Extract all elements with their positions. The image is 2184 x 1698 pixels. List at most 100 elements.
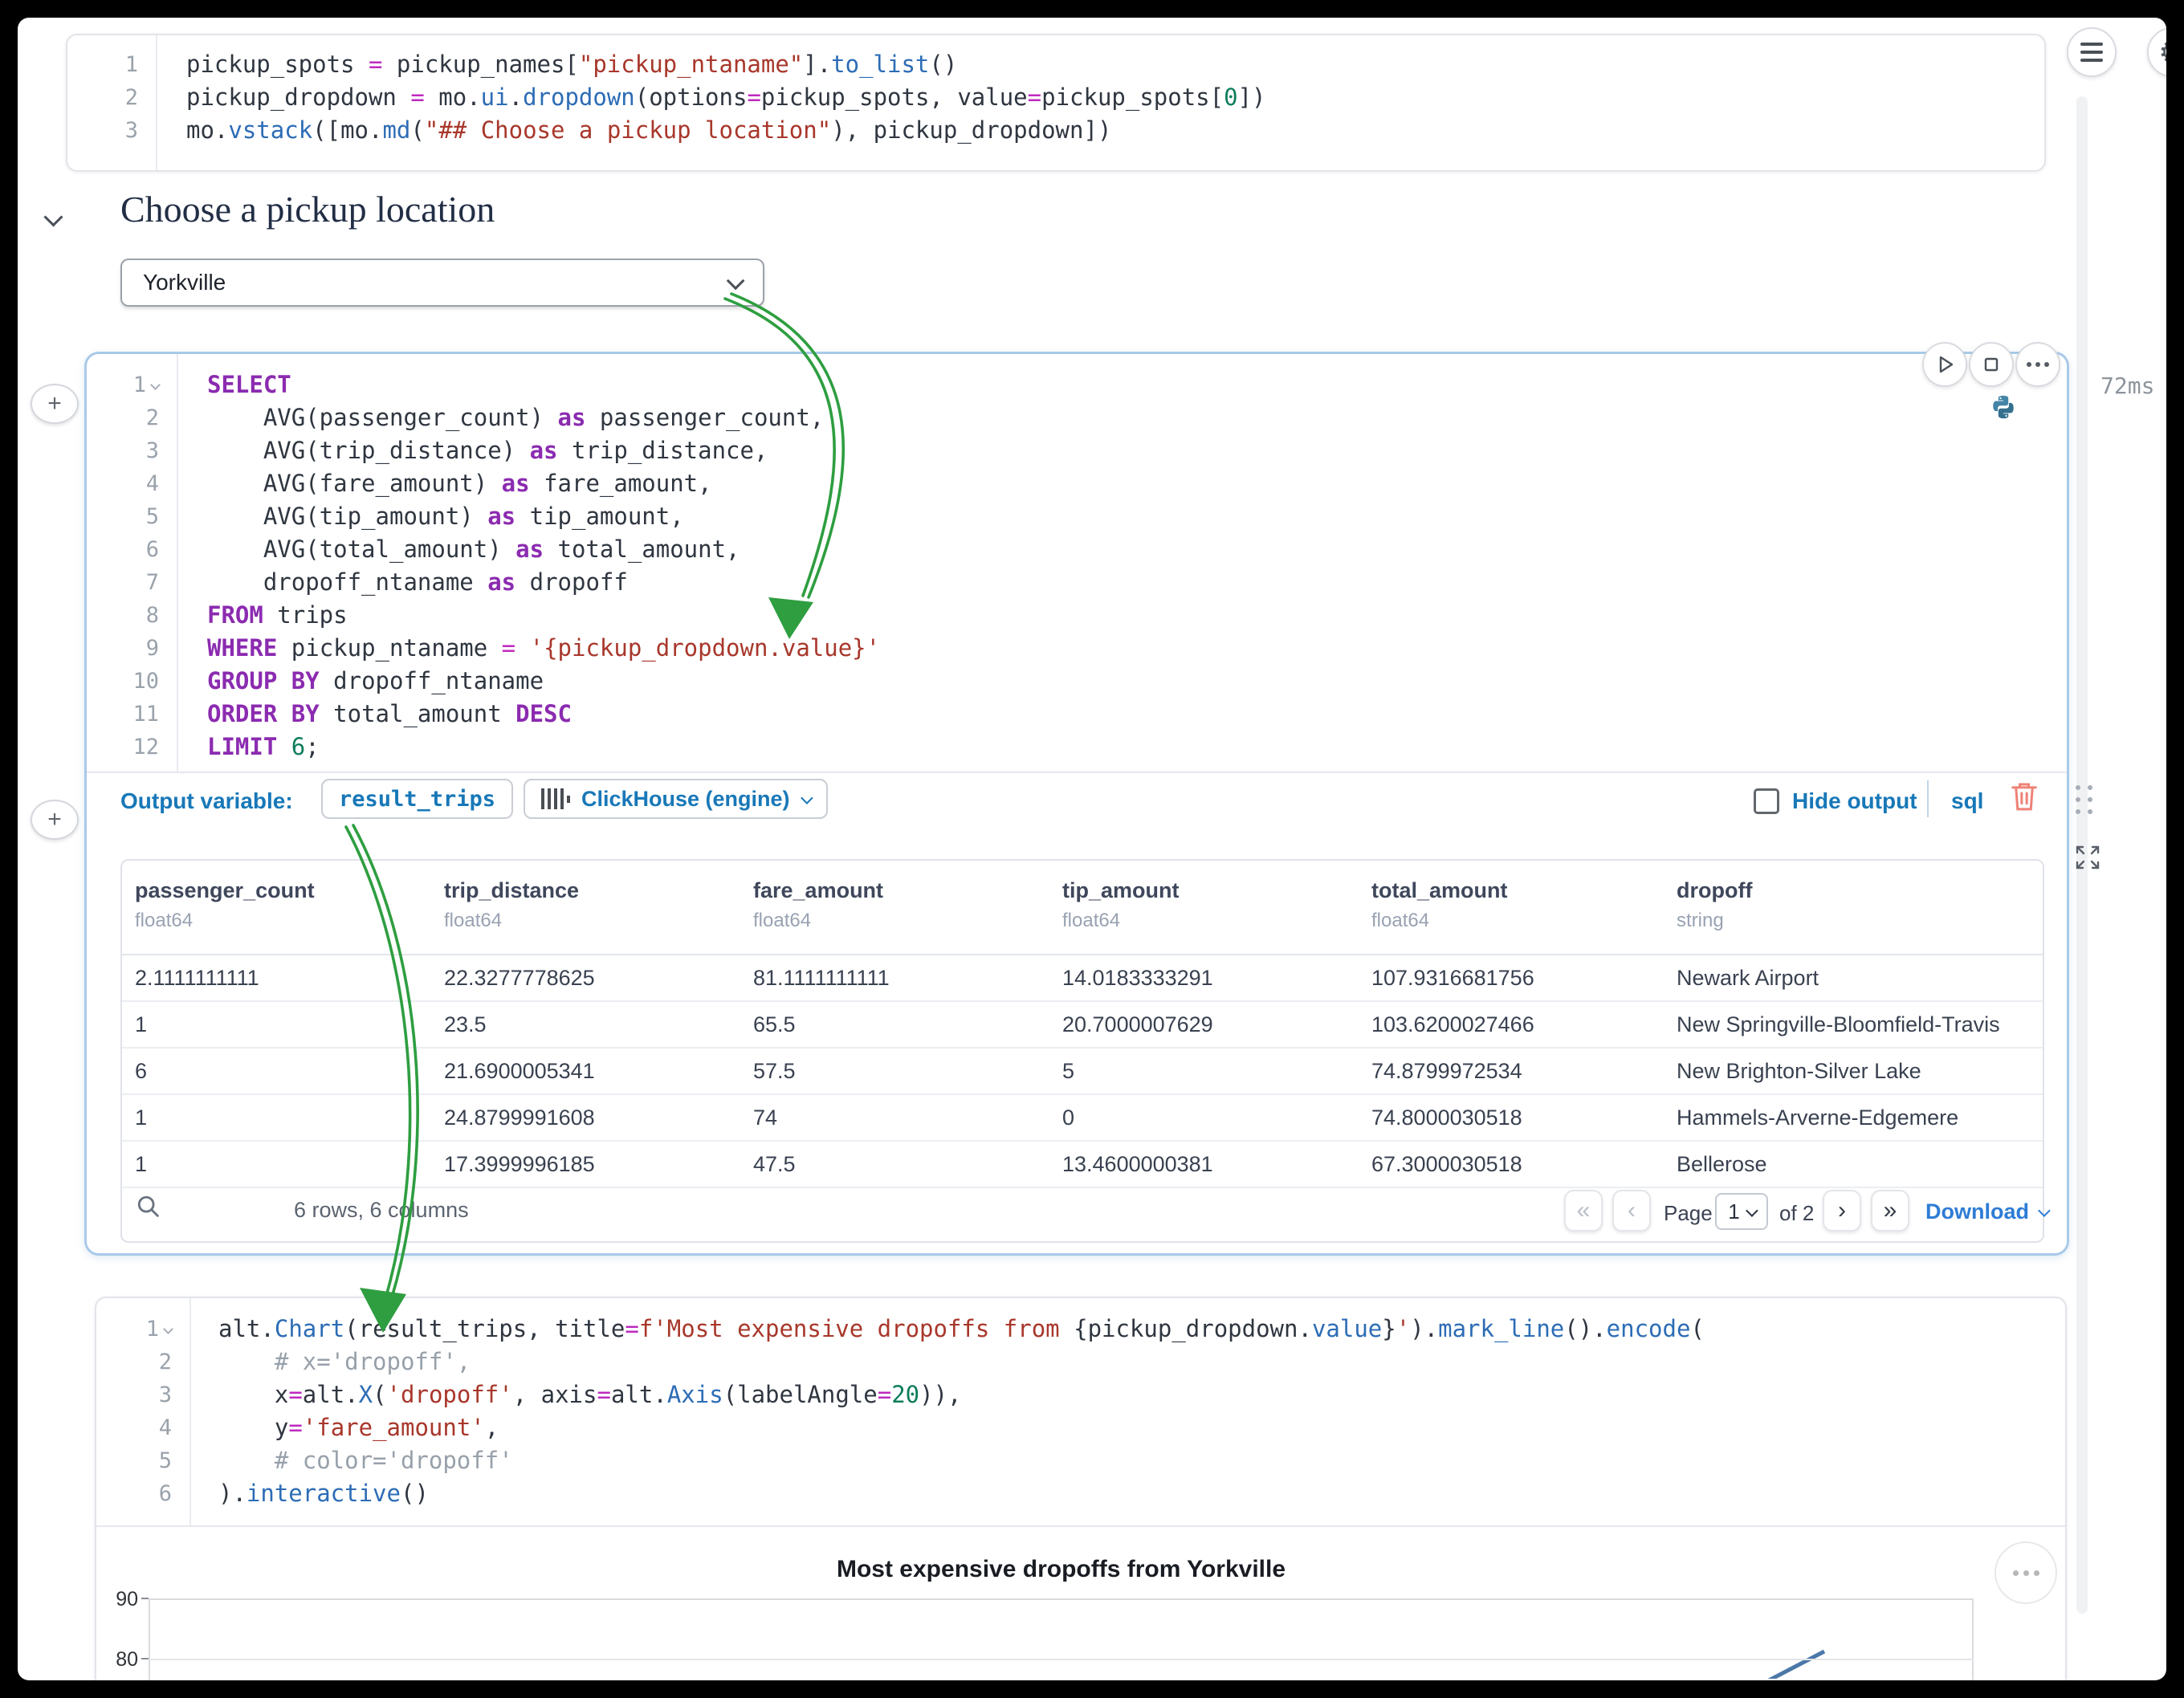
page-number-select[interactable]: 1 — [1715, 1193, 1768, 1230]
table-row[interactable]: 621.690000534157.5574.8799972534New Brig… — [122, 1049, 2043, 1095]
table-cell: 17.3999996185 — [444, 1152, 753, 1177]
cell-options-button[interactable] — [2015, 342, 2060, 387]
table-cell: 103.6200027466 — [1371, 1012, 1677, 1037]
clickhouse-engine-icon — [541, 788, 570, 809]
table-cell: 21.6900005341 — [444, 1059, 753, 1084]
table-cell: 74.8000030518 — [1371, 1106, 1677, 1130]
line-number-gutter: 123456 — [96, 1298, 191, 1525]
chart-code-editor[interactable]: alt.Chart(result_trips, title=f'Most exp… — [218, 1313, 2057, 1510]
stop-icon — [1979, 352, 2003, 377]
hamburger-icon — [2080, 43, 2103, 62]
prev-page-button[interactable]: ‹ — [1612, 1190, 1651, 1232]
gear-icon: ⚙ — [2158, 35, 2166, 71]
search-icon[interactable] — [135, 1193, 162, 1220]
table-row[interactable]: 124.879999160874074.8000030518Hammels-Ar… — [122, 1095, 2043, 1142]
chart-plot-area[interactable] — [149, 1598, 1974, 1680]
first-page-icon: « — [1577, 1197, 1591, 1224]
chart-options-button[interactable] — [1995, 1541, 2057, 1604]
settings-button[interactable]: ⚙ — [2147, 27, 2166, 77]
python-logo-icon — [1990, 393, 2017, 421]
table-cell: Bellerose — [1677, 1152, 2043, 1177]
download-label: Download — [1925, 1199, 2029, 1224]
table-cell: 81.1111111111 — [753, 966, 1062, 991]
row-count-summary: 6 rows, 6 columns — [294, 1198, 469, 1223]
sql-editor[interactable]: SELECT AVG(passenger_count) as passenger… — [207, 369, 2059, 763]
table-cell: 57.5 — [753, 1059, 1062, 1084]
chart-title: Most expensive dropoffs from Yorkville — [149, 1556, 1974, 1583]
fold-chevron-icon[interactable] — [163, 1324, 173, 1334]
page-label: Page — [1664, 1201, 1713, 1226]
engine-name: ClickHouse (engine) — [581, 787, 790, 812]
last-page-icon: » — [1884, 1197, 1897, 1224]
table-cell: Newark Airport — [1677, 966, 2043, 991]
table-cell: 74 — [753, 1106, 1062, 1130]
line-number-gutter: 123456789101112 — [87, 354, 178, 773]
table-cell: 74.8799972534 — [1371, 1059, 1677, 1084]
table-cell: 2.1111111111 — [135, 966, 444, 991]
toolbar-divider — [1927, 780, 1929, 817]
column-header-trip_distance[interactable]: trip_distancefloat64 — [444, 878, 753, 954]
drag-handle-icon[interactable] — [2076, 785, 2092, 814]
column-header-dropoff[interactable]: dropoffstring — [1677, 878, 2043, 954]
code-editor[interactable]: pickup_spots = pickup_names["pickup_ntan… — [186, 48, 2038, 147]
table-cell: New Springville-Bloomfield-Travis — [1677, 1012, 2043, 1037]
output-collapse-button[interactable] — [47, 210, 60, 228]
output-variable-label: Output variable: — [120, 788, 293, 814]
next-page-button[interactable]: › — [1823, 1190, 1861, 1232]
table-row[interactable]: 123.565.520.7000007629103.6200027466New … — [122, 1002, 2043, 1049]
table-row[interactable]: 2.111111111122.327777862581.111111111114… — [122, 955, 2043, 1002]
last-page-button[interactable]: » — [1871, 1190, 1909, 1232]
table-cell: 14.0183333291 — [1062, 966, 1371, 991]
table-cell: 23.5 — [444, 1012, 753, 1037]
y-axis-tick-label: 90 — [90, 1588, 138, 1611]
table-cell: 24.8799991608 — [444, 1106, 753, 1130]
cell-divider — [96, 1525, 2065, 1527]
output-variable-chip[interactable]: result_trips — [321, 779, 513, 819]
hide-output-label[interactable]: Hide output — [1792, 788, 1917, 814]
y-axis-tick-label: 80 — [90, 1648, 138, 1672]
language-badge[interactable]: sql — [1951, 788, 1983, 814]
column-header-passenger_count[interactable]: passenger_countfloat64 — [135, 878, 444, 954]
prev-page-icon: ‹ — [1628, 1197, 1636, 1224]
table-cell: New Brighton-Silver Lake — [1677, 1059, 2043, 1084]
stop-cell-button[interactable] — [1969, 342, 2014, 387]
chevron-down-icon — [43, 207, 63, 226]
add-cell-button-bottom[interactable]: + — [31, 800, 79, 840]
table-cell: 22.3277778625 — [444, 966, 753, 991]
notebook-app: ⚙ 123 pickup_spots = pickup_names["picku… — [18, 18, 2166, 1680]
page-of-label: of 2 — [1779, 1201, 1814, 1226]
table-cell: 47.5 — [753, 1152, 1062, 1177]
column-header-tip_amount[interactable]: tip_amountfloat64 — [1062, 878, 1371, 954]
add-cell-button-top[interactable]: + — [31, 384, 79, 424]
column-header-fare_amount[interactable]: fare_amountfloat64 — [753, 878, 1062, 954]
chevron-down-icon — [1746, 1204, 1758, 1217]
hide-output-checkbox[interactable] — [1754, 788, 1779, 814]
fold-chevron-icon[interactable] — [150, 380, 161, 390]
table-cell: 67.3000030518 — [1371, 1152, 1677, 1177]
code-cell-pickup-dropdown[interactable]: 123 pickup_spots = pickup_names["pickup_… — [66, 34, 2046, 172]
run-cell-button[interactable] — [1922, 342, 1967, 387]
column-header-total_amount[interactable]: total_amountfloat64 — [1371, 878, 1677, 954]
table-cell: 1 — [135, 1106, 444, 1130]
table-cell: Hammels-Arverne-Edgemere — [1677, 1106, 2043, 1130]
expand-cell-button[interactable] — [2072, 841, 2104, 873]
download-button[interactable]: Download — [1925, 1199, 2048, 1224]
play-icon — [1933, 352, 1957, 377]
notebook-menu-button[interactable] — [2067, 27, 2117, 77]
table-cell: 1 — [135, 1152, 444, 1177]
table-footer: 6 rows, 6 columns « ‹ Page 1 of 2 › » Do… — [120, 1179, 2044, 1243]
table-cell: 107.9316681756 — [1371, 966, 1677, 991]
delete-cell-button[interactable] — [2009, 779, 2039, 814]
pickup-location-dropdown[interactable]: Yorkville — [120, 259, 764, 307]
screenshot-frame: ⚙ 123 pickup_spots = pickup_names["picku… — [0, 0, 2184, 1698]
table-cell: 5 — [1062, 1059, 1371, 1084]
chevron-down-icon — [801, 792, 813, 804]
gridline-80 — [149, 1659, 1974, 1660]
table-cell: 20.7000007629 — [1062, 1012, 1371, 1037]
first-page-button[interactable]: « — [1564, 1190, 1603, 1232]
line-number-gutter: 123 — [67, 35, 157, 170]
table-cell: 13.4600000381 — [1062, 1152, 1371, 1177]
engine-selector[interactable]: ClickHouse (engine) — [524, 779, 828, 819]
fare-amount-line — [150, 1600, 1972, 1679]
ellipsis-icon — [2027, 362, 2049, 367]
